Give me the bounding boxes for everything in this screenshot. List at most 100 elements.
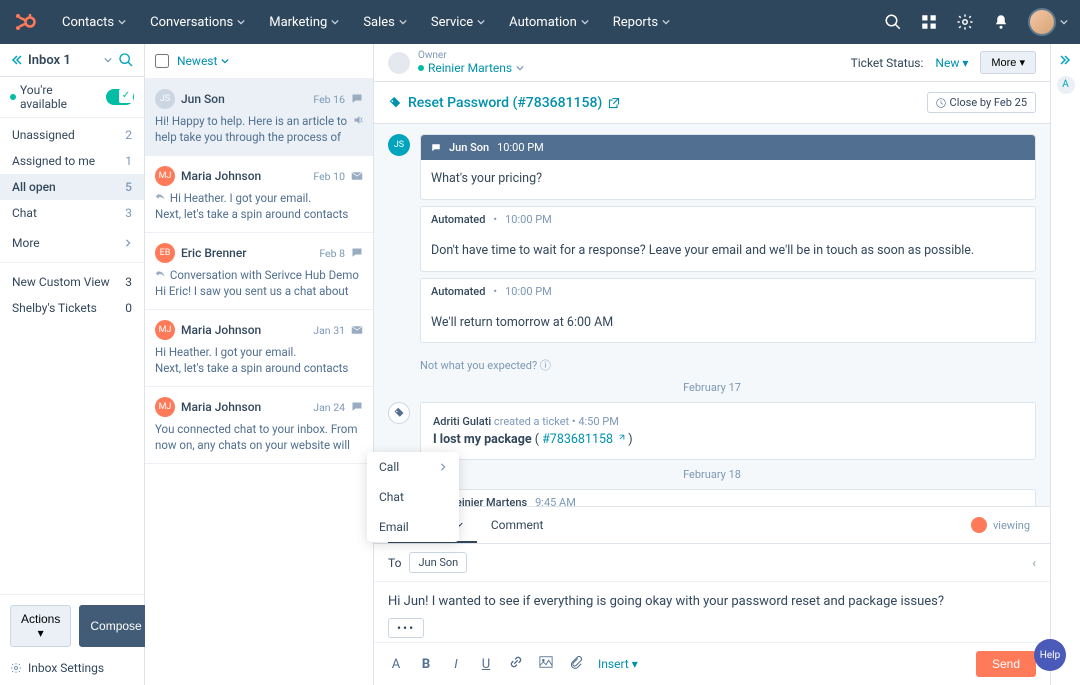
image-button[interactable] [538, 655, 554, 673]
contact-avatar: MJ [155, 166, 175, 186]
search-icon[interactable] [884, 13, 902, 31]
thread-name: Eric Brenner [181, 246, 313, 260]
marketplace-icon[interactable] [920, 13, 938, 31]
nav-right [884, 8, 1068, 36]
nav-marketing[interactable]: Marketing [259, 9, 349, 36]
message-body: Don't have time to wait for a response? … [421, 232, 1035, 271]
nav-automation[interactable]: Automation [499, 9, 599, 36]
chat-icon [431, 143, 441, 153]
filter-all-open[interactable]: All open5 [0, 174, 144, 200]
chevron-down-icon [477, 18, 485, 26]
nav-contacts[interactable]: Contacts [52, 9, 136, 36]
composer: Email Comment viewing To Jun Son ‹ Hi Ju… [374, 506, 1050, 685]
view-new-custom[interactable]: New Custom View3 [0, 269, 144, 295]
email-icon [351, 324, 363, 336]
thread-preview: You connected chat to your inbox. From n… [155, 421, 363, 453]
nav-reports[interactable]: Reports [603, 9, 680, 36]
expand-recipients[interactable]: ‹ [1032, 556, 1036, 570]
filter-assigned[interactable]: Assigned to me1 [0, 148, 144, 174]
gear-icon[interactable] [956, 13, 974, 31]
chevron-down-icon [237, 18, 245, 26]
search-icon[interactable] [118, 52, 134, 68]
filter-chat[interactable]: Chat3 [0, 200, 144, 226]
nav-service[interactable]: Service [421, 9, 495, 36]
inbox-filters: Unassigned2 Assigned to me1 All open5 Ch… [0, 118, 144, 230]
clock-icon [936, 98, 946, 108]
popup-call[interactable]: Call [367, 452, 459, 482]
attachment-button[interactable] [568, 655, 584, 673]
nav-conversations[interactable]: Conversations [140, 9, 255, 36]
contact-avatar: MJ [155, 320, 175, 340]
bold-button[interactable]: B [418, 657, 434, 672]
availability-row: You're available [0, 77, 144, 118]
chevron-down-icon[interactable] [104, 56, 112, 64]
date-divider: February 17 [388, 381, 1036, 394]
to-recipient-pill[interactable]: Jun Son [409, 552, 467, 573]
owner-avatar [388, 52, 410, 74]
nav-sales[interactable]: Sales [353, 9, 417, 36]
mute-icon [353, 115, 363, 125]
thread-date: Jan 31 [313, 324, 345, 337]
to-label: To [388, 556, 401, 570]
tab-comment[interactable]: Comment [477, 508, 558, 542]
bell-icon[interactable] [992, 13, 1010, 31]
right-panel-collapsed[interactable]: A [1050, 44, 1080, 685]
contact-avatar: MJ [155, 397, 175, 417]
expand-thread-button[interactable]: ••• [388, 618, 424, 638]
nav-items: Contacts Conversations Marketing Sales S… [52, 9, 680, 36]
ticket-status-dropdown[interactable]: New ▾ [935, 56, 968, 70]
not-expected-link[interactable]: Not what you expected? ⓘ [420, 357, 1036, 373]
thread-preview: Hi Heather. I got your email. Next, let'… [155, 344, 363, 376]
conversation-subject[interactable]: Reset Password (#783681158) [388, 95, 620, 111]
inbox-title[interactable]: Inbox 1 [28, 53, 98, 68]
channel-popup: Call Chat Email [367, 452, 459, 542]
account-menu[interactable] [1028, 8, 1068, 36]
select-all-checkbox[interactable] [155, 54, 169, 68]
message-sender: Reinier Martens [449, 496, 527, 506]
compose-button[interactable]: Compose [79, 605, 152, 647]
message-time: 10:00 PM [497, 141, 544, 154]
ticket-link[interactable]: #783681158 [542, 432, 613, 447]
more-button[interactable]: More ▾ [980, 51, 1036, 74]
underline-button[interactable]: U [478, 657, 494, 672]
online-dot-icon [10, 94, 16, 100]
ticket-avatar [388, 402, 410, 424]
left-sidebar: Inbox 1 You're available Unassigned2 Ass… [0, 44, 145, 685]
collapse-icon[interactable] [10, 54, 22, 66]
thread-item[interactable]: JS Jun Son Feb 16 Hi! Happy to help. Her… [145, 79, 373, 156]
inbox-settings-link[interactable]: Inbox Settings [10, 655, 134, 675]
online-dot-icon [418, 65, 424, 71]
thread-date: Feb 10 [313, 170, 345, 183]
view-shelbys-tickets[interactable]: Shelby's Tickets0 [0, 295, 144, 321]
close-by-button[interactable]: Close by Feb 25 [927, 92, 1036, 113]
thread-item[interactable]: EB Eric Brenner Feb 8 Conversation with … [145, 233, 373, 310]
message-time: 10:00 PM [505, 285, 552, 298]
insert-dropdown[interactable]: Insert ▾ [598, 657, 638, 671]
message-time: 9:45 AM [535, 496, 576, 506]
user-avatar [1028, 8, 1056, 36]
owner-dropdown[interactable]: Reinier Martens [418, 61, 524, 75]
popup-chat[interactable]: Chat [367, 482, 459, 512]
contact-initial: A [1057, 76, 1075, 94]
sort-dropdown[interactable]: Newest [177, 54, 229, 68]
chevron-down-icon [118, 18, 126, 26]
link-button[interactable] [508, 655, 524, 673]
filter-unassigned[interactable]: Unassigned2 [0, 122, 144, 148]
italic-button[interactable]: I [448, 657, 464, 672]
thread-item[interactable]: MJ Maria Johnson Jan 31 Hi Heather. I go… [145, 310, 373, 387]
chevron-down-icon [516, 64, 524, 72]
chat-icon [351, 401, 363, 413]
send-button[interactable]: Send [976, 651, 1036, 677]
popup-email[interactable]: Email [367, 512, 459, 542]
thread-item[interactable]: MJ Maria Johnson Jan 24 You connected ch… [145, 387, 373, 464]
composer-body[interactable]: Hi Jun! I wanted to see if everything is… [374, 582, 1050, 621]
ticket-icon [388, 96, 402, 110]
hubspot-logo [12, 10, 36, 34]
more-filters[interactable]: More [0, 230, 144, 256]
thread-item[interactable]: MJ Maria Johnson Feb 10 Hi Heather. I go… [145, 156, 373, 233]
chat-icon [351, 93, 363, 105]
actions-button[interactable]: Actions ▾ [10, 605, 71, 647]
help-button[interactable]: Help [1034, 639, 1066, 671]
font-button[interactable]: A [388, 657, 404, 672]
availability-toggle[interactable] [106, 89, 134, 105]
